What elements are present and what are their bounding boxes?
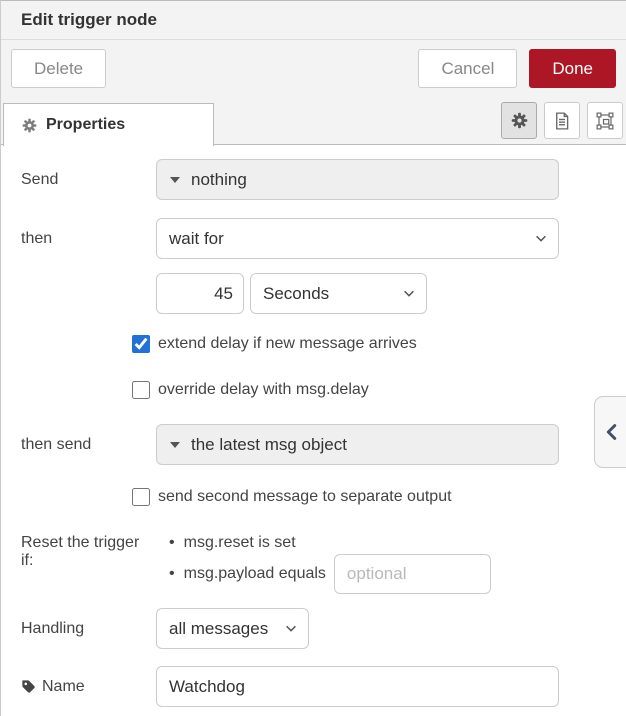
name-row: Name	[21, 666, 626, 707]
then-select[interactable]: wait for	[156, 218, 559, 259]
second-output-label: send second message to separate output	[158, 488, 452, 506]
then-row: then wait for	[21, 218, 626, 259]
then-label: then	[21, 230, 156, 248]
send-typed-input[interactable]: nothing	[156, 159, 559, 200]
handling-select[interactable]: all messages	[156, 608, 309, 649]
override-delay-checkbox[interactable]	[132, 381, 150, 399]
node-appearance-button[interactable]	[587, 102, 623, 139]
name-input[interactable]	[156, 666, 559, 707]
gear-icon	[22, 118, 37, 133]
properties-panel: Send nothing then wait for Seconds	[1, 145, 626, 707]
override-delay-row: override delay with msg.delay	[132, 381, 626, 399]
send-row: Send nothing	[21, 159, 626, 200]
override-delay-label: override delay with msg.delay	[158, 381, 369, 399]
tray-collapse-button[interactable]	[594, 396, 626, 468]
edit-trigger-node-dialog: { "header": { "title": "Edit trigger nod…	[0, 0, 626, 716]
second-output-checkbox[interactable]	[132, 488, 150, 506]
duration-row: Seconds	[156, 273, 626, 314]
duration-input[interactable]	[156, 273, 244, 314]
extend-delay-row: extend delay if new message arrives	[132, 335, 626, 353]
then-send-value: the latest msg object	[191, 435, 347, 455]
delete-button[interactable]: Delete	[11, 49, 106, 88]
extend-delay-checkbox[interactable]	[132, 335, 150, 353]
caret-down-icon	[170, 442, 180, 448]
extend-delay-label: extend delay if new message arrives	[158, 335, 417, 353]
dialog-header: Edit trigger node	[1, 1, 626, 40]
duration-units-select[interactable]: Seconds	[250, 273, 427, 314]
action-button-bar: Delete Cancel Done	[1, 40, 626, 97]
handling-select-wrap: all messages	[156, 608, 309, 649]
tab-action-buttons	[501, 102, 623, 139]
second-output-row: send second message to separate output	[132, 488, 626, 506]
reset-label: Reset the trigger if:	[21, 532, 156, 570]
then-send-label: then send	[21, 436, 156, 454]
tab-properties[interactable]: Properties	[3, 103, 214, 146]
cancel-button[interactable]: Cancel	[418, 49, 517, 88]
appearance-icon	[596, 112, 614, 130]
then-select-wrap: wait for	[156, 218, 559, 259]
document-icon	[554, 112, 570, 130]
reset-conditions: • msg.reset is set • msg.payload equals	[156, 532, 491, 594]
done-button[interactable]: Done	[529, 49, 616, 88]
name-label-group: Name	[21, 678, 156, 696]
reset-condition-msg-payload: • msg.payload equals	[156, 554, 491, 594]
then-send-row: then send the latest msg object	[21, 424, 626, 465]
gear-icon	[511, 112, 528, 129]
tab-strip: Properties	[1, 97, 626, 145]
caret-down-icon	[170, 177, 180, 183]
send-value: nothing	[191, 170, 247, 190]
handling-label: Handling	[21, 620, 156, 638]
then-send-typed-input[interactable]: the latest msg object	[156, 424, 559, 465]
bullet-icon: •	[169, 534, 175, 552]
dialog-title: Edit trigger node	[21, 10, 157, 30]
msg-payload-label: msg.payload equals	[184, 565, 326, 583]
send-label: Send	[21, 171, 156, 189]
tab-properties-label: Properties	[46, 116, 125, 134]
tag-icon	[21, 679, 36, 694]
reset-section: Reset the trigger if: • msg.reset is set…	[21, 532, 626, 594]
node-description-button[interactable]	[544, 102, 580, 139]
handling-row: Handling all messages	[21, 608, 626, 649]
node-properties-button[interactable]	[501, 102, 537, 139]
msg-reset-label: msg.reset is set	[184, 534, 296, 552]
reset-condition-msg-reset: • msg.reset is set	[156, 532, 491, 554]
duration-units-wrap: Seconds	[250, 273, 427, 314]
bullet-icon: •	[169, 565, 175, 583]
chevron-left-icon	[604, 421, 620, 443]
name-label: Name	[42, 678, 85, 696]
payload-equals-input[interactable]	[334, 554, 491, 594]
